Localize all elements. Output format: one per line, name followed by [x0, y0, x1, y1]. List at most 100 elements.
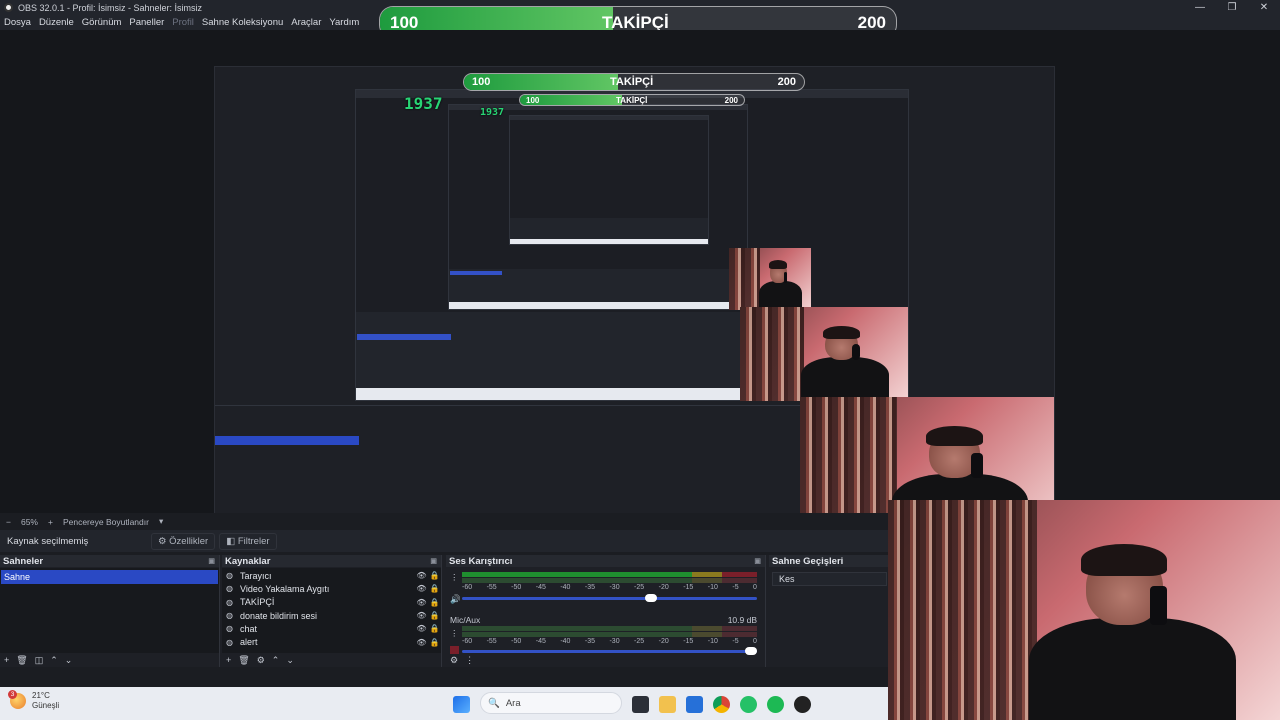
lock-icon[interactable]: 🔒 — [428, 598, 441, 607]
sources-title: Kaynaklar — [225, 555, 271, 567]
close-button[interactable]: ✕ — [1248, 0, 1280, 15]
source-item[interactable]: ◍ TAKİPÇİ 👁 🔒 — [222, 596, 441, 609]
preview-area[interactable]: 1937 1937 100 TAKİPÇİ 200 100 TAKİPÇİ 20… — [0, 30, 1280, 539]
lock-icon[interactable]: 🔒 — [428, 638, 441, 647]
obs-taskbar-icon[interactable] — [794, 696, 811, 713]
remove-scene-button[interactable]: 🗑 — [16, 655, 27, 666]
webcam-nested-3 — [729, 248, 811, 310]
meter-scale: -60 -55 -50 -45 -40 -35 -30 -25 -20 -15 -10 -5 0 — [462, 638, 757, 645]
source-item[interactable]: ◍ chat 👁 🔒 — [222, 622, 441, 635]
store-icon[interactable] — [686, 696, 703, 713]
no-source-selected: Kaynak seçilmemiş — [7, 535, 89, 547]
move-source-down-button[interactable]: ⌄ — [286, 655, 294, 666]
fit-to-window-label[interactable]: Pencereye Boyutlandır — [63, 517, 149, 527]
eye-icon[interactable]: 👁 — [415, 624, 428, 633]
sun-icon: 3 — [8, 690, 26, 709]
video-capture-icon: ◍ — [226, 584, 233, 594]
undock-icon[interactable]: ▣ — [208, 557, 215, 565]
eye-icon[interactable]: 👁 — [415, 638, 428, 647]
windows-taskbar: 3 21°C Güneşli 🔍 Ara — [0, 687, 890, 720]
notification-badge: 3 — [8, 690, 17, 699]
nested-follower-goal-bar-small: 100 TAKİPÇİ 200 — [519, 94, 745, 106]
scene-filters-button[interactable]: ◫ — [35, 655, 44, 666]
remove-source-button[interactable]: 🗑 — [238, 655, 249, 666]
meter-scale: -60 -55 -50 -45 -40 -35 -30 -25 -20 -15 -10 -5 0 — [462, 584, 757, 591]
menu-docks[interactable]: Paneller — [129, 17, 164, 28]
filters-button[interactable]: ◧ Filtreler — [219, 532, 277, 550]
scene-item[interactable]: Sahne — [1, 570, 218, 584]
zoom-out-button[interactable]: − — [6, 517, 11, 527]
program-canvas[interactable]: 1937 1937 100 TAKİPÇİ 200 100 TAKİPÇİ 20… — [214, 66, 1055, 539]
source-item[interactable]: ◍ Tarayıcı 👁 🔒 — [222, 569, 441, 582]
channel-menu-icon[interactable]: ⋮ — [450, 628, 459, 639]
chrome-icon[interactable] — [713, 696, 730, 713]
search-icon: 🔍 — [488, 697, 500, 709]
add-source-button[interactable]: + — [226, 655, 231, 665]
channel-menu-icon[interactable]: ⋮ — [450, 572, 459, 583]
source-item[interactable]: ◍ alert 👁 🔒 — [222, 635, 441, 648]
source-item[interactable]: ◍ donate bildirim sesi 👁 🔒 — [222, 609, 441, 622]
move-source-up-button[interactable]: ⌃ — [272, 655, 280, 666]
source-properties-button[interactable]: ⚙ — [257, 655, 265, 666]
undock-icon[interactable]: ▣ — [754, 557, 761, 565]
undock-icon[interactable]: ▣ — [430, 557, 437, 565]
volume-meter — [462, 572, 757, 577]
spotify-icon[interactable] — [767, 696, 784, 713]
menu-edit[interactable]: Düzenle — [39, 17, 74, 28]
transition-select[interactable]: Kes — [772, 572, 887, 586]
taskbar-search[interactable]: 🔍 Ara — [480, 692, 622, 714]
menu-profile[interactable]: Profil — [172, 17, 194, 28]
menu-view[interactable]: Görünüm — [82, 17, 122, 28]
menu-help[interactable]: Yardım — [329, 17, 359, 28]
nested-follower-goal-bar: 100 TAKİPÇİ 200 — [463, 73, 805, 91]
webcam-overlay — [888, 500, 1280, 720]
window-controls: — ❐ ✕ — [1184, 0, 1280, 15]
mic-aux-db: 10.9 dB — [727, 615, 757, 625]
move-scene-down-button[interactable]: ⌄ — [65, 655, 73, 666]
add-scene-button[interactable]: + — [4, 655, 9, 665]
menu-file[interactable]: Dosya — [4, 17, 31, 28]
mixer-settings-button[interactable]: ⚙ — [450, 655, 458, 666]
status-bar — [0, 667, 890, 687]
filter-icon: ◧ — [226, 535, 238, 547]
zoom-in-button[interactable]: + — [48, 517, 53, 527]
nested-counter: 1937 — [404, 94, 443, 113]
volume-meter — [462, 626, 757, 631]
sources-panel: Kaynaklar ▣ ◍ Tarayıcı 👁 🔒 ◍ Video Yakalama A… — [222, 555, 442, 667]
obs-logo-icon — [4, 3, 13, 12]
eye-icon[interactable]: 👁 — [415, 611, 428, 620]
eye-icon[interactable]: 👁 — [415, 598, 428, 607]
windows-start-icon[interactable] — [453, 696, 470, 713]
scenes-title: Sahneler — [3, 555, 44, 567]
menu-scene-collection[interactable]: Sahne Koleksiyonu — [202, 17, 283, 28]
menu-tools[interactable]: Araçlar — [291, 17, 321, 28]
eye-icon[interactable]: 👁 — [415, 571, 428, 580]
weather-temp: 21°C — [32, 691, 50, 700]
speaker-icon[interactable]: 🔊 — [450, 594, 461, 605]
lock-icon[interactable]: 🔒 — [428, 611, 441, 620]
mixer-title: Ses Karıştırıcı — [449, 555, 513, 567]
lock-icon[interactable]: 🔒 — [428, 624, 441, 633]
source-item[interactable]: ◍ Video Yakalama Aygıtı 👁 🔒 — [222, 582, 441, 595]
maximize-button[interactable]: ❐ — [1216, 0, 1248, 15]
move-scene-up-button[interactable]: ⌃ — [50, 655, 58, 666]
task-view-icon[interactable] — [632, 696, 649, 713]
lock-icon[interactable]: 🔒 — [428, 584, 441, 593]
lock-icon[interactable]: 🔒 — [428, 571, 441, 580]
weather-widget[interactable]: 3 21°C Güneşli — [8, 690, 60, 711]
minimize-button[interactable]: — — [1184, 0, 1216, 15]
eye-icon[interactable]: 👁 — [415, 584, 428, 593]
chevron-down-icon[interactable]: ▾ — [159, 516, 163, 527]
zoom-level: 65% — [20, 516, 38, 527]
volume-knob[interactable] — [644, 594, 657, 602]
whatsapp-icon[interactable] — [740, 696, 757, 713]
volume-slider[interactable] — [462, 594, 757, 602]
audio-mixer-panel: Ses Karıştırıcı ▣ ⋮ -60 -55 -50 -45 -40 -35 -30… — [446, 555, 766, 667]
scene-transitions-panel: Sahne Geçişleri Kes — [769, 555, 890, 667]
file-explorer-icon[interactable] — [659, 696, 676, 713]
weather-condition: Güneşli — [32, 701, 60, 710]
mixer-menu-button[interactable]: ⋮ — [465, 655, 474, 666]
properties-button[interactable]: ⚙ Özellikler — [151, 532, 216, 550]
taskbar-icons: 🔍 Ara — [453, 692, 821, 714]
browser-icon: ◍ — [226, 571, 233, 581]
